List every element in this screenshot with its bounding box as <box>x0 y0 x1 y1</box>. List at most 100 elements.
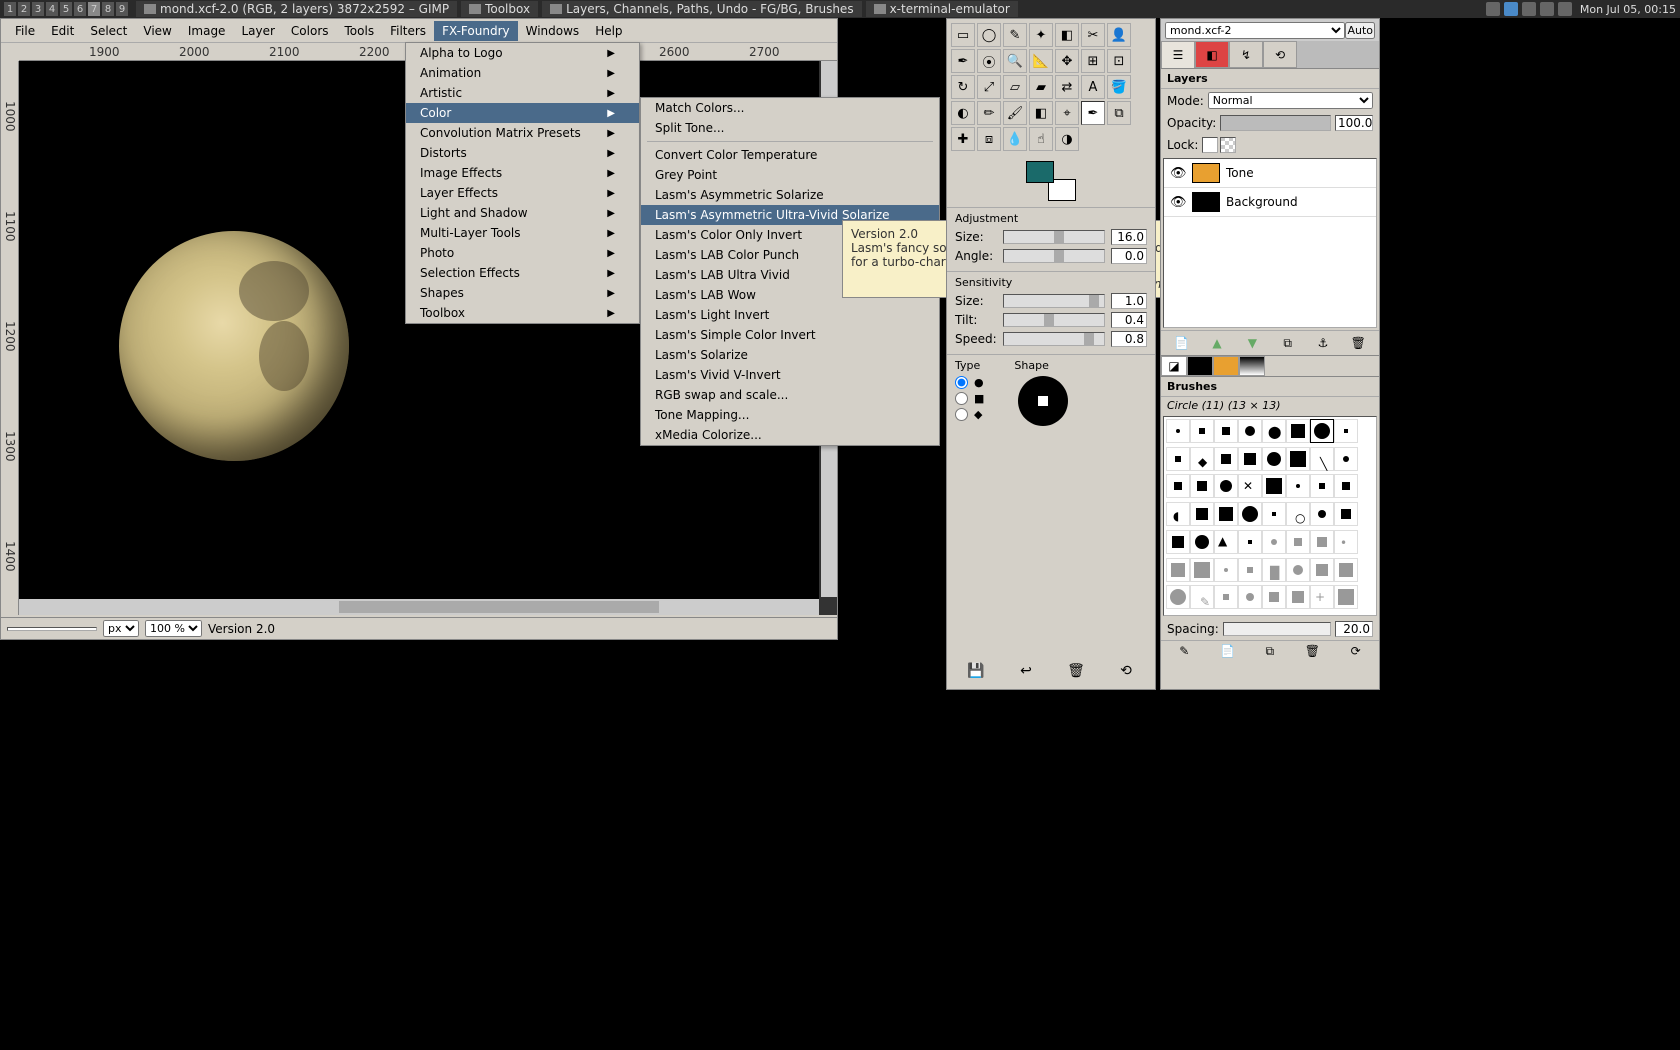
auto-button[interactable]: Auto <box>1345 22 1375 39</box>
submenu-item[interactable]: Lasm's Vivid V-Invert <box>641 365 939 385</box>
layer-buttons[interactable]: 📄 ▲ ▼ ⧉ ⚓ 🗑 <box>1161 330 1379 355</box>
brush-item[interactable] <box>1286 474 1310 498</box>
type-square-radio[interactable] <box>955 392 968 405</box>
tab-paths[interactable]: ↯ <box>1229 41 1263 68</box>
submenu-item[interactable]: xMedia Colorize... <box>641 425 939 445</box>
tab-brushes[interactable]: ● <box>1187 356 1213 376</box>
workspace-switcher[interactable]: 123456789 <box>4 2 128 16</box>
submenu-item[interactable]: Match Colors... <box>641 98 939 118</box>
anchor-layer-icon[interactable]: ⚓ <box>1314 334 1332 352</box>
submenu-item[interactable]: Alpha to Logo▶ <box>406 43 639 63</box>
image-selector[interactable]: mond.xcf-2 <box>1165 22 1345 39</box>
spacing-slider[interactable] <box>1223 622 1331 636</box>
tab-layers[interactable]: ☰ <box>1161 41 1195 68</box>
submenu-item[interactable]: Selection Effects▶ <box>406 263 639 283</box>
tool-paintbrush[interactable]: 🖌 <box>1003 101 1027 125</box>
duplicate-layer-icon[interactable]: ⧉ <box>1279 334 1297 352</box>
brush-item[interactable] <box>1262 585 1286 609</box>
tool-shear[interactable]: ▱ <box>1003 75 1027 99</box>
brush-item[interactable]: ⬤ <box>1262 419 1286 443</box>
refresh-brush-icon[interactable]: ⟳ <box>1351 644 1361 659</box>
brush-item[interactable] <box>1262 530 1286 554</box>
submenu-item[interactable]: Toolbox▶ <box>406 303 639 323</box>
blend-mode-select[interactable]: Normal <box>1208 92 1373 109</box>
fx-foundry-menu[interactable]: Alpha to Logo▶Animation▶Artistic▶Color▶C… <box>405 42 640 324</box>
brush-item[interactable] <box>1334 419 1358 443</box>
submenu-item[interactable]: Color▶ <box>406 103 639 123</box>
lower-layer-icon[interactable]: ▼ <box>1243 334 1261 352</box>
brush-item[interactable] <box>1310 419 1334 443</box>
brush-item[interactable] <box>1334 502 1358 526</box>
brush-item[interactable] <box>1166 419 1190 443</box>
submenu-item[interactable]: Shapes▶ <box>406 283 639 303</box>
tool-eraser[interactable]: ◧ <box>1029 101 1053 125</box>
brush-item[interactable] <box>1262 447 1286 471</box>
new-layer-icon[interactable]: 📄 <box>1173 334 1191 352</box>
brush-item[interactable] <box>1190 474 1214 498</box>
dock-tabs-top[interactable]: ☰ ◧ ↯ ⟲ <box>1161 41 1379 69</box>
tool-rotate[interactable]: ↻ <box>951 75 975 99</box>
restore-options-icon[interactable]: ↩ <box>1016 661 1036 681</box>
layer-row[interactable]: 👁 Tone <box>1164 159 1376 188</box>
opacity-value[interactable]: 100.0 <box>1335 115 1373 131</box>
tool-ink[interactable]: ✒ <box>1081 101 1105 125</box>
submenu-item[interactable]: Lasm's Asymmetric Solarize <box>641 185 939 205</box>
duplicate-brush-icon[interactable]: ⧉ <box>1266 644 1275 659</box>
delete-layer-icon[interactable]: 🗑 <box>1349 334 1367 352</box>
submenu-item[interactable]: Animation▶ <box>406 63 639 83</box>
submenu-item[interactable]: Lasm's Light Invert <box>641 305 939 325</box>
dock-tabs-bottom[interactable]: ◪ ● <box>1161 355 1379 377</box>
brush-item[interactable] <box>1310 530 1334 554</box>
tool-by-color[interactable]: ◧ <box>1055 23 1079 47</box>
brush-item[interactable]: █ <box>1262 558 1286 582</box>
brush-item[interactable] <box>1214 474 1238 498</box>
submenu-item[interactable]: Convolution Matrix Presets▶ <box>406 123 639 143</box>
brush-item[interactable] <box>1238 558 1262 582</box>
brush-item[interactable] <box>1190 419 1214 443</box>
brush-item[interactable] <box>1214 502 1238 526</box>
menu-windows[interactable]: Windows <box>518 21 588 41</box>
toolbox-bottom-icons[interactable]: 💾 ↩ 🗑 ⟲ <box>947 657 1155 685</box>
submenu-item[interactable]: Grey Point <box>641 165 939 185</box>
tab-gradients[interactable] <box>1239 356 1265 376</box>
new-brush-icon[interactable]: 📄 <box>1220 644 1235 659</box>
brush-item[interactable]: ╲ <box>1310 447 1334 471</box>
tab-channels[interactable]: ◧ <box>1195 41 1229 68</box>
type-circle-radio[interactable] <box>955 376 968 389</box>
tool-text[interactable]: A <box>1081 75 1105 99</box>
submenu-item[interactable]: Convert Color Temperature <box>641 145 939 165</box>
angle-slider[interactable] <box>1003 249 1105 263</box>
brush-buttons[interactable]: ✎ 📄 ⧉ 🗑 ⟳ <box>1161 640 1379 662</box>
delete-brush-icon[interactable]: 🗑 <box>1305 644 1320 659</box>
fg-bg-color[interactable] <box>1026 161 1076 201</box>
sens-size-slider[interactable] <box>1003 294 1105 308</box>
tool-align[interactable]: ⊞ <box>1081 49 1105 73</box>
save-options-icon[interactable]: 💾 <box>966 661 986 681</box>
tool-paths[interactable]: ✒ <box>951 49 975 73</box>
layer-row[interactable]: 👁 Background <box>1164 188 1376 217</box>
submenu-item[interactable]: Distorts▶ <box>406 143 639 163</box>
submenu-item[interactable]: Image Effects▶ <box>406 163 639 183</box>
taskbar-item-terminal[interactable]: x-terminal-emulator <box>866 1 1018 17</box>
submenu-item[interactable]: Lasm's Solarize <box>641 345 939 365</box>
brush-item[interactable] <box>1286 530 1310 554</box>
brush-item[interactable] <box>1262 474 1286 498</box>
reset-options-icon[interactable]: ⟲ <box>1116 661 1136 681</box>
menu-tools[interactable]: Tools <box>337 21 383 41</box>
brush-item[interactable]: ✕ <box>1238 474 1262 498</box>
taskbar-item-layers[interactable]: Layers, Channels, Paths, Undo - FG/BG, B… <box>542 1 862 17</box>
tool-dodge[interactable]: ◑ <box>1055 127 1079 151</box>
scrollbar-horizontal[interactable] <box>19 599 819 615</box>
brush-item[interactable] <box>1334 447 1358 471</box>
brush-item[interactable] <box>1310 474 1334 498</box>
tab-patterns[interactable] <box>1213 356 1239 376</box>
lock-pixels-check[interactable] <box>1202 137 1218 153</box>
brush-item[interactable] <box>1286 419 1310 443</box>
brush-item[interactable]: ◆ <box>1190 447 1214 471</box>
tool-flip[interactable]: ⇄ <box>1055 75 1079 99</box>
brush-item[interactable]: ○ <box>1286 502 1310 526</box>
angle-value[interactable]: 0.0 <box>1111 248 1147 264</box>
brush-item[interactable] <box>1334 474 1358 498</box>
tool-rect-select[interactable]: ▭ <box>951 23 975 47</box>
brush-item[interactable] <box>1238 530 1262 554</box>
